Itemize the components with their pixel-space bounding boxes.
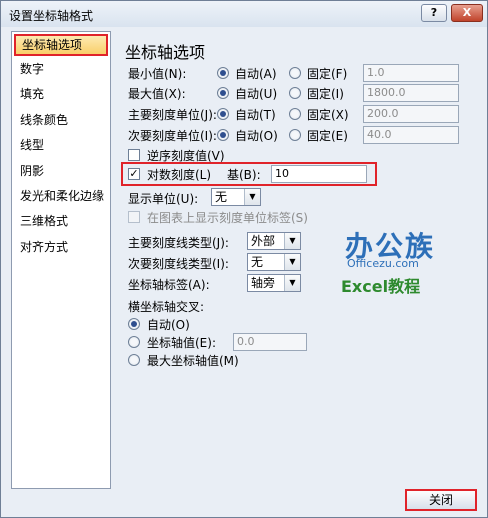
major-tick-label: 主要刻度线类型(J): [128, 236, 229, 250]
close-button[interactable]: 关闭 [405, 489, 477, 511]
help-button[interactable]: ? [421, 4, 447, 22]
reverse-order-checkbox[interactable] [128, 149, 140, 161]
crosses-heading: 横坐标轴交叉: [128, 300, 205, 314]
minor-unit-input[interactable]: 40.0 [363, 126, 459, 144]
minor-tick-value: 无 [251, 255, 264, 269]
major-auto-radio[interactable] [217, 108, 229, 120]
watermark-caption: Excel教程 [341, 277, 421, 296]
panel-heading: 坐标轴选项 [125, 43, 206, 62]
crosses-axis-value-input[interactable]: 0.0 [233, 333, 307, 351]
format-axis-dialog: 设置坐标轴格式 ? X 坐标轴选项 数字 填充 线条颜色 线型 阴影 发光和柔化… [0, 0, 488, 518]
category-line-style[interactable]: 线型 [14, 134, 108, 156]
category-list: 坐标轴选项 数字 填充 线条颜色 线型 阴影 发光和柔化边缘 三维格式 对齐方式 [11, 31, 111, 489]
min-fixed-radio[interactable] [289, 67, 301, 79]
crosses-axis-value-radio[interactable] [128, 336, 140, 348]
major-fixed-label: 固定(X) [307, 108, 349, 122]
axis-labels-select[interactable]: 轴旁 ▼ [247, 274, 301, 292]
major-auto-label: 自动(T) [235, 108, 276, 122]
min-auto-radio[interactable] [217, 67, 229, 79]
chevron-down-icon: ▼ [284, 233, 300, 249]
category-3d-format[interactable]: 三维格式 [14, 210, 108, 232]
close-window-button[interactable]: X [451, 4, 483, 22]
show-units-label-checkbox[interactable] [128, 211, 140, 223]
major-tick-value: 外部 [251, 234, 276, 248]
min-fixed-label: 固定(F) [307, 67, 348, 81]
title-bar: 设置坐标轴格式 ? X [1, 1, 487, 27]
log-base-input[interactable]: 10 [271, 165, 367, 183]
axis-labels-value: 轴旁 [251, 276, 276, 290]
minor-unit-label: 次要刻度单位(I): [128, 129, 217, 143]
max-value-input[interactable]: 1800.0 [363, 84, 459, 102]
category-fill[interactable]: 填充 [14, 83, 108, 105]
crosses-auto-radio[interactable] [128, 318, 140, 330]
display-units-select[interactable]: 无 ▼ [211, 188, 261, 206]
log-base-label: 基(B): [227, 168, 261, 182]
minor-tick-select[interactable]: 无 ▼ [247, 253, 301, 271]
min-label: 最小值(N): [128, 67, 187, 81]
major-unit-label: 主要刻度单位(J): [128, 108, 217, 122]
chevron-down-icon: ▼ [284, 254, 300, 270]
major-fixed-radio[interactable] [289, 108, 301, 120]
minor-tick-label: 次要刻度线类型(I): [128, 257, 229, 271]
max-fixed-label: 固定(I) [307, 87, 344, 101]
major-tick-select[interactable]: 外部 ▼ [247, 232, 301, 250]
display-units-value: 无 [215, 190, 228, 204]
category-axis-options[interactable]: 坐标轴选项 [14, 34, 108, 56]
max-auto-label: 自动(U) [235, 87, 278, 101]
dialog-title: 设置坐标轴格式 [9, 9, 94, 23]
min-value-input[interactable]: 1.0 [363, 64, 459, 82]
show-units-label-text: 在图表上显示刻度单位标签(S) [147, 211, 308, 225]
max-label: 最大值(X): [128, 87, 186, 101]
display-units-label: 显示单位(U): [128, 192, 199, 206]
watermark-url: Officezu.com [347, 257, 419, 270]
minor-fixed-label: 固定(E) [307, 129, 348, 143]
min-auto-label: 自动(A) [235, 67, 277, 81]
minor-auto-radio[interactable] [217, 129, 229, 141]
crosses-max-label: 最大坐标轴值(M) [147, 354, 239, 368]
category-line-color[interactable]: 线条颜色 [14, 109, 108, 131]
chevron-down-icon: ▼ [284, 275, 300, 291]
minor-auto-label: 自动(O) [235, 129, 278, 143]
chevron-down-icon: ▼ [244, 189, 260, 205]
crosses-max-radio[interactable] [128, 354, 140, 366]
category-number[interactable]: 数字 [14, 58, 108, 80]
crosses-axis-value-label: 坐标轴值(E): [147, 336, 216, 350]
crosses-auto-label: 自动(O) [147, 318, 190, 332]
major-unit-input[interactable]: 200.0 [363, 105, 459, 123]
category-shadow[interactable]: 阴影 [14, 160, 108, 182]
category-alignment[interactable]: 对齐方式 [14, 236, 108, 258]
max-fixed-radio[interactable] [289, 87, 301, 99]
category-glow[interactable]: 发光和柔化边缘 [14, 185, 108, 207]
max-auto-radio[interactable] [217, 87, 229, 99]
log-scale-checkbox[interactable]: ✓ [128, 168, 140, 180]
minor-fixed-radio[interactable] [289, 129, 301, 141]
log-scale-label: 对数刻度(L) [147, 168, 212, 182]
axis-labels-label: 坐标轴标签(A): [128, 278, 210, 292]
